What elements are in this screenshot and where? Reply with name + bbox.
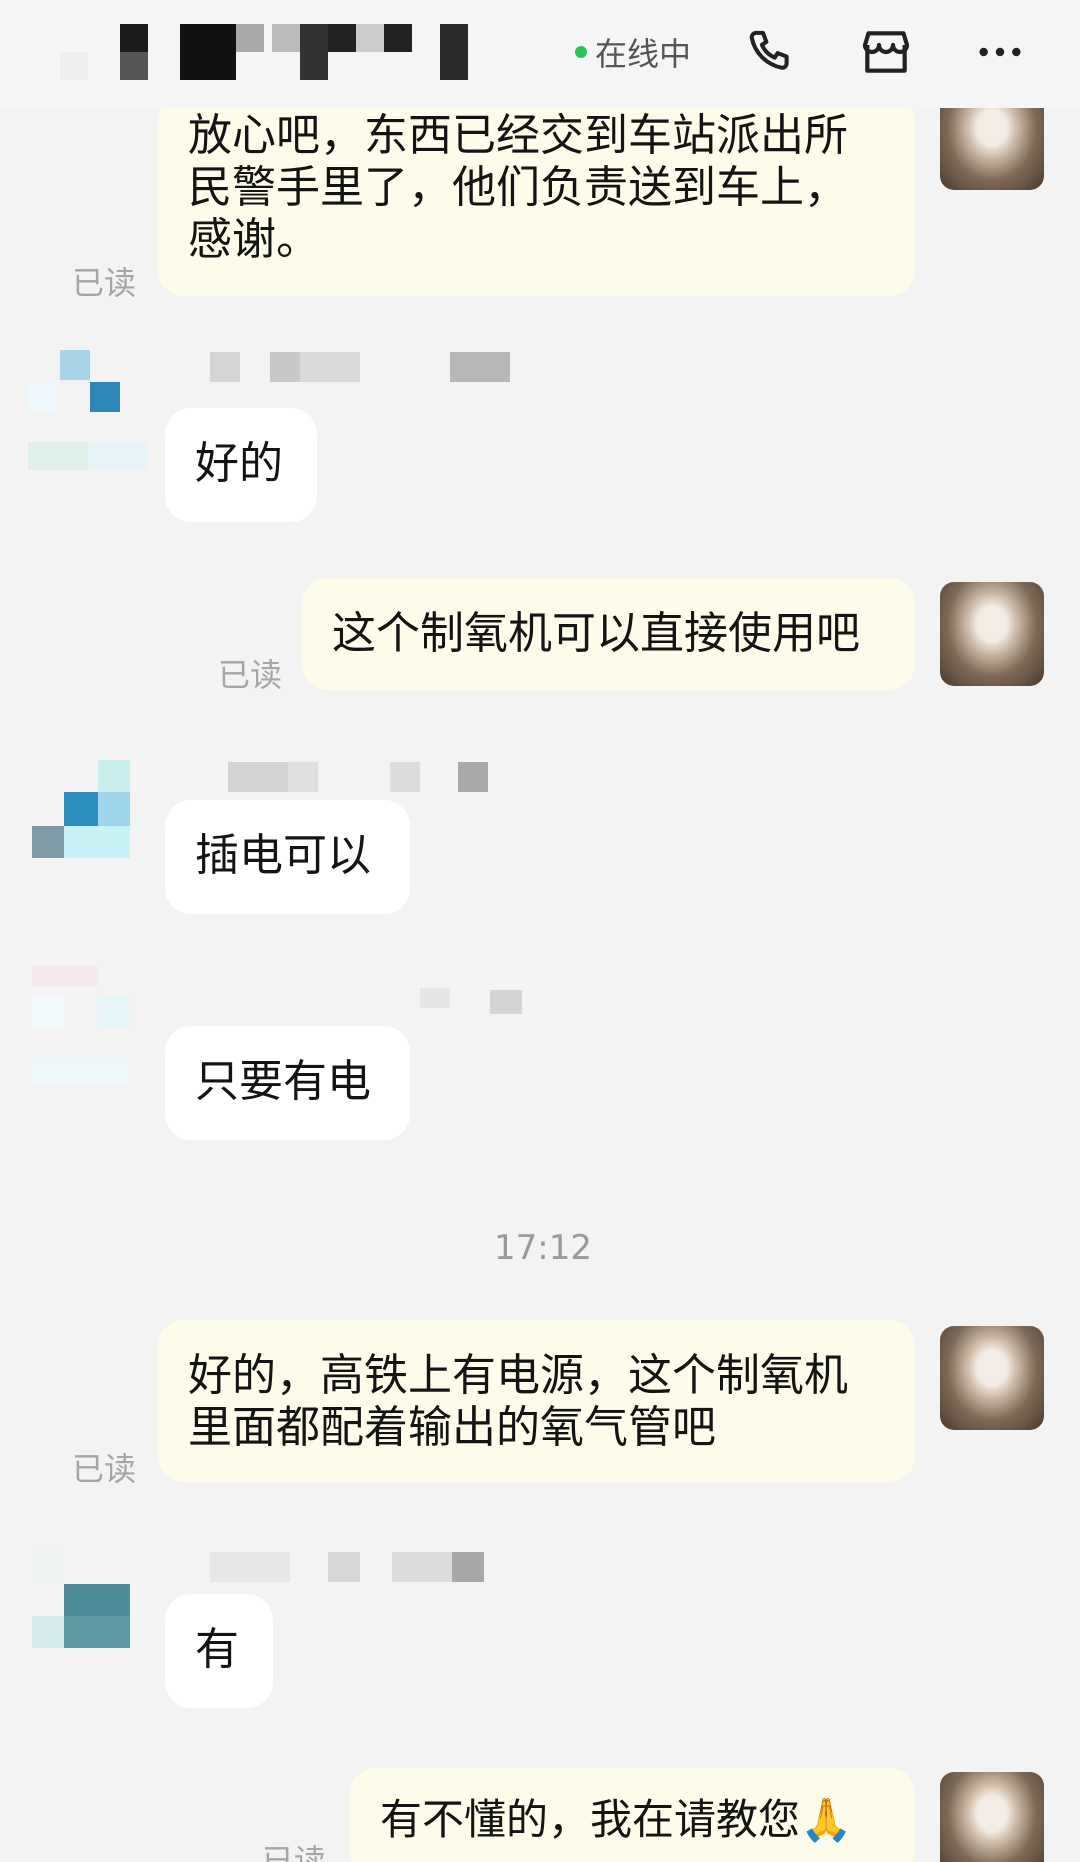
chat-screen: 在线中 放心吧，东西已经交到车站派出所民警手里了，他们负责送到车上，感谢。 已读 — [0, 0, 1080, 1862]
contact-name-blurred — [180, 1552, 500, 1582]
contact-avatar-blurred[interactable] — [32, 966, 152, 1086]
message-bubble-other[interactable]: 只要有电 — [165, 1026, 410, 1140]
contact-name-blurred — [420, 988, 530, 1018]
message-text: 这个制氧机可以直接使用吧 — [332, 608, 860, 659]
message-bubble-self[interactable]: 好的，高铁上有电源，这个制氧机里面都配着输出的氧气管吧 — [158, 1320, 915, 1482]
read-receipt: 已读 — [262, 1842, 327, 1862]
contact-name-blurred — [60, 22, 500, 84]
contact-name-blurred — [180, 352, 520, 382]
self-avatar[interactable] — [940, 582, 1044, 686]
chat-header: 在线中 — [0, 0, 1080, 108]
contact-avatar-blurred[interactable] — [32, 760, 152, 880]
message-bubble-other[interactable]: 有 — [165, 1594, 273, 1708]
shop-icon[interactable] — [856, 22, 916, 82]
online-status: 在线中 — [575, 32, 692, 73]
read-receipt: 已读 — [218, 656, 283, 694]
read-receipt: 已读 — [72, 1450, 137, 1488]
contact-name-blurred — [228, 762, 498, 792]
self-avatar[interactable] — [940, 1326, 1044, 1430]
online-status-text: 在线中 — [595, 35, 692, 73]
message-bubble-other[interactable]: 好的 — [165, 408, 317, 522]
message-text: 放心吧，东西已经交到车站派出所民警手里了，他们负责送到车上，感谢。 — [188, 110, 848, 265]
self-avatar[interactable] — [940, 1772, 1044, 1862]
message-text: 好的，高铁上有电源，这个制氧机里面都配着输出的氧气管吧 — [188, 1350, 848, 1453]
more-icon[interactable] — [970, 22, 1030, 82]
read-receipt: 已读 — [72, 264, 137, 302]
timestamp: 17:12 — [494, 1228, 592, 1268]
message-text: 只要有电 — [195, 1056, 371, 1107]
contact-avatar-blurred[interactable] — [28, 350, 148, 470]
message-bubble-self[interactable]: 有不懂的，我在请教您🙏 — [350, 1768, 915, 1862]
message-bubble-self[interactable]: 放心吧，东西已经交到车站派出所民警手里了，他们负责送到车上，感谢。 — [158, 96, 915, 296]
message-text: 插电可以 — [195, 830, 371, 881]
message-text: 有 — [195, 1624, 239, 1675]
message-bubble-self[interactable]: 这个制氧机可以直接使用吧 — [302, 578, 915, 690]
message-text: 好的 — [195, 438, 283, 489]
contact-avatar-blurred[interactable] — [32, 1550, 152, 1670]
message-bubble-other[interactable]: 插电可以 — [165, 800, 410, 914]
online-dot-icon — [575, 46, 587, 58]
message-text: 有不懂的，我在请教您🙏 — [380, 1795, 853, 1844]
phone-icon[interactable] — [742, 22, 802, 82]
